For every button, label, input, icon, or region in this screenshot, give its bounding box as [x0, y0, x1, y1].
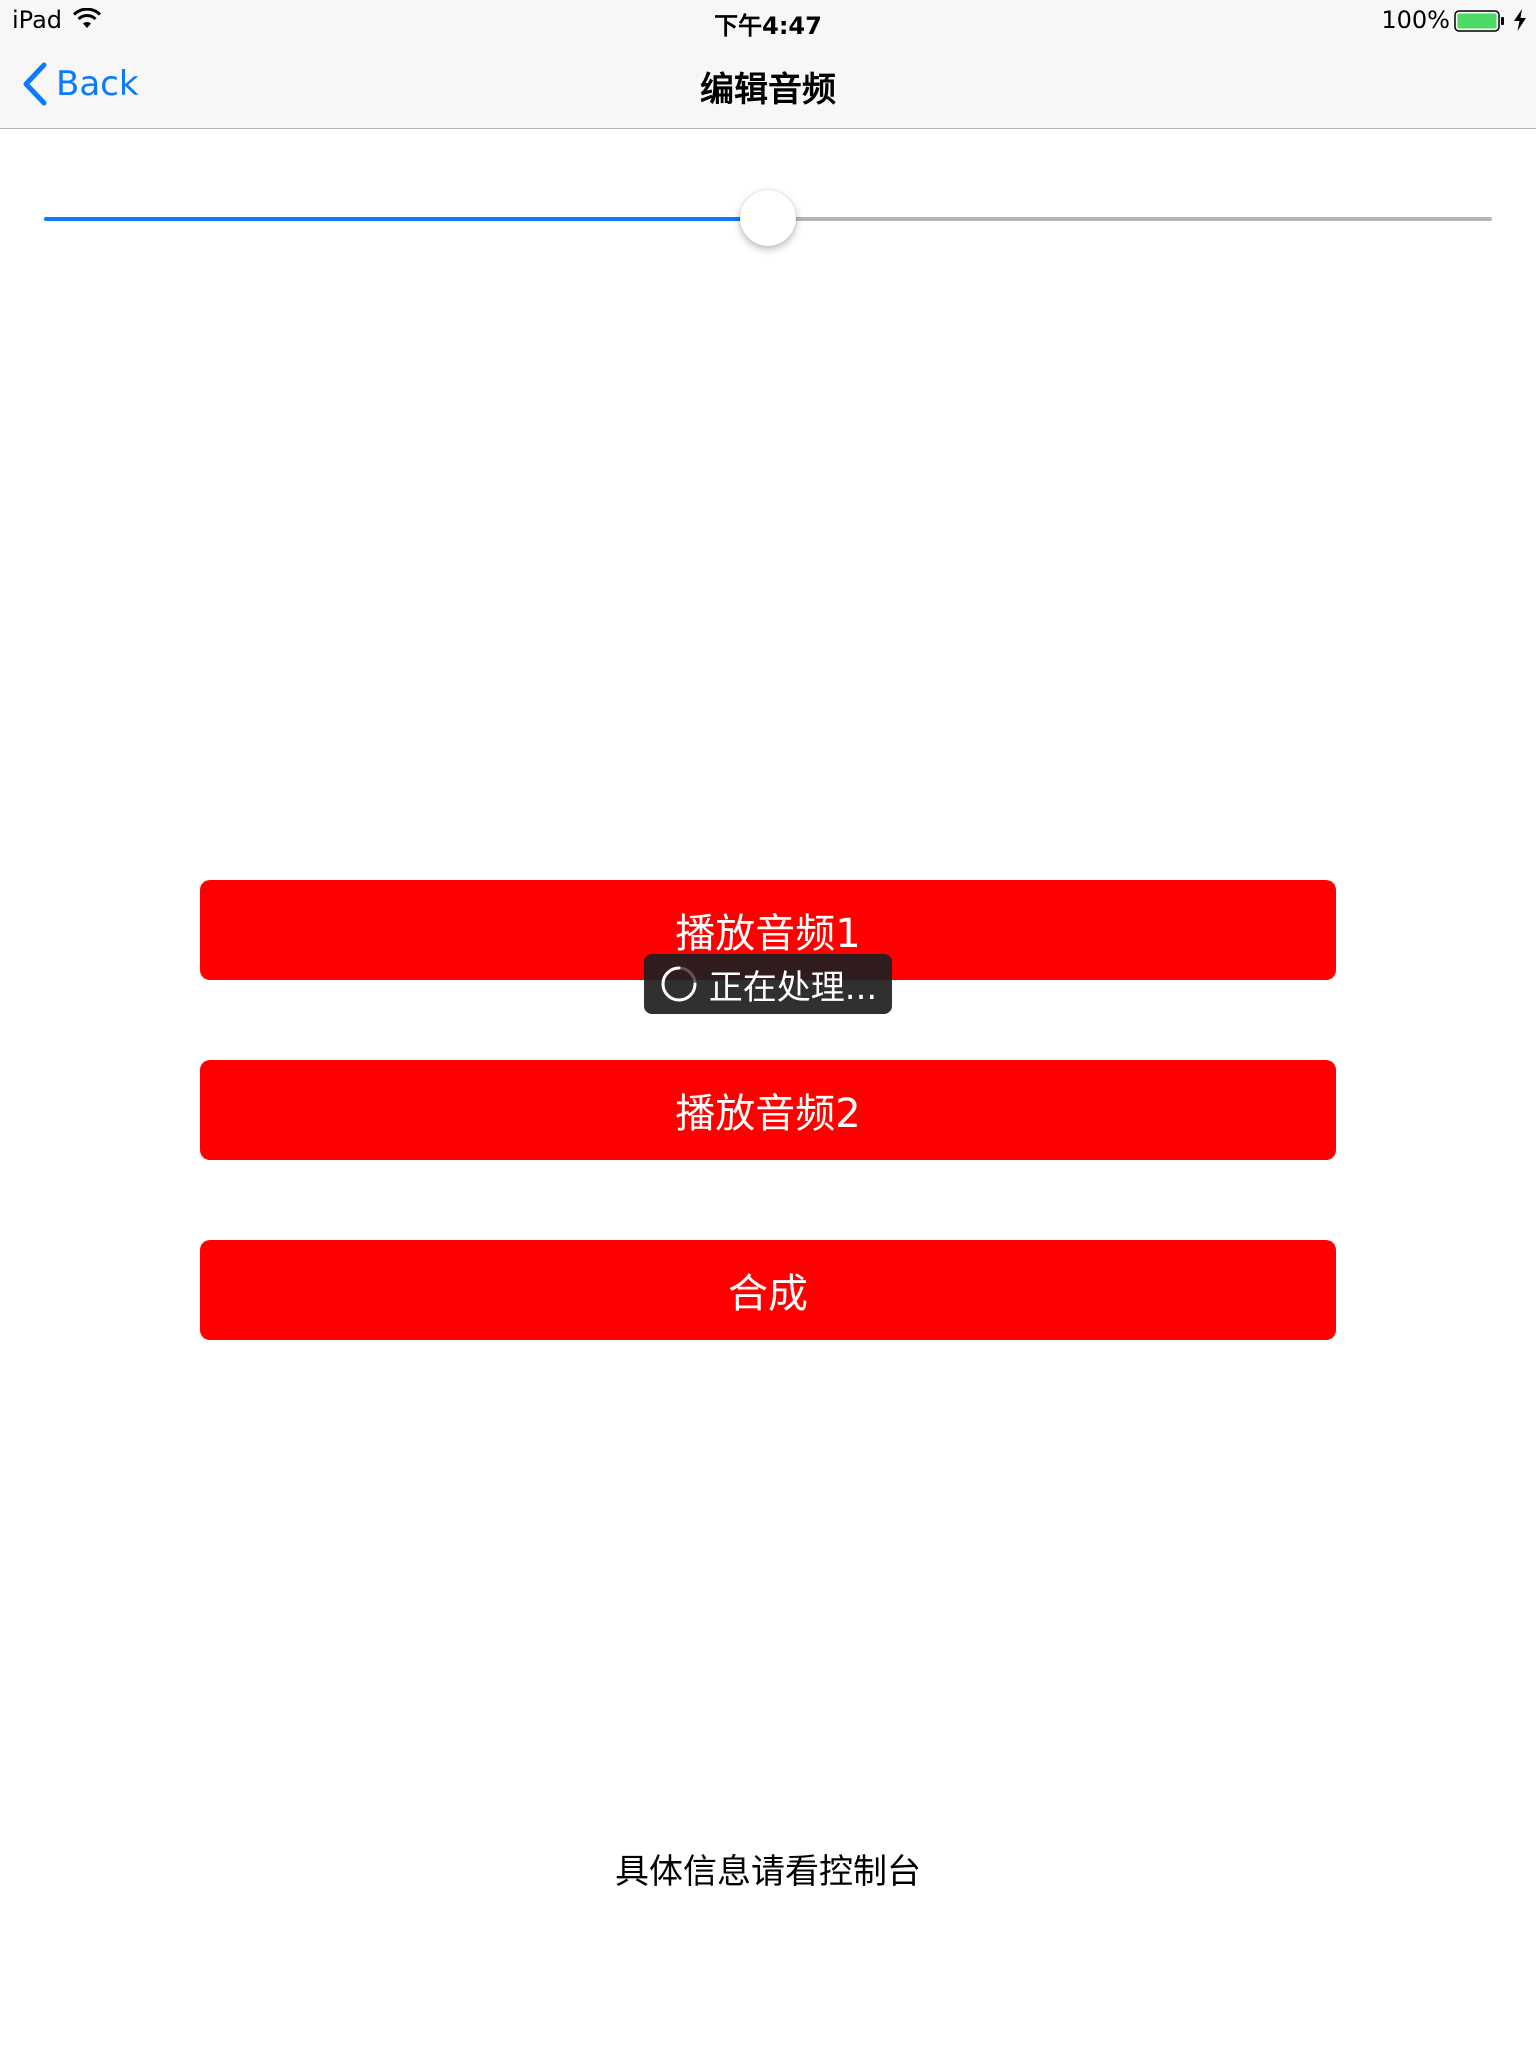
spinner-icon: [661, 966, 697, 1002]
charging-bolt-icon: [1514, 9, 1526, 31]
status-battery-percent: 100%: [1381, 6, 1450, 34]
slider-thumb[interactable]: [740, 190, 796, 246]
status-time: 下午4:47: [714, 12, 822, 40]
battery-full-icon: [1454, 10, 1504, 32]
status-bar: iPad 下午4:47 100%: [0, 0, 1536, 40]
console-hint-text: 具体信息请看控制台: [615, 1852, 921, 1892]
navigation-bar: Back 编辑音频: [0, 40, 1536, 129]
page-title: 编辑音频: [700, 70, 836, 110]
audio-position-slider[interactable]: [44, 190, 1492, 248]
screen: iPad 下午4:47 100% Back 编辑音频 播放音频1 播放音频2 合…: [0, 0, 1536, 2048]
merge-button[interactable]: 合成: [200, 1240, 1336, 1340]
play-audio-2-button[interactable]: 播放音频2: [200, 1060, 1336, 1160]
slider-min-track: [44, 217, 768, 221]
processing-text: 正在处理...: [708, 967, 878, 1008]
processing-hud: 正在处理...: [644, 954, 892, 1014]
